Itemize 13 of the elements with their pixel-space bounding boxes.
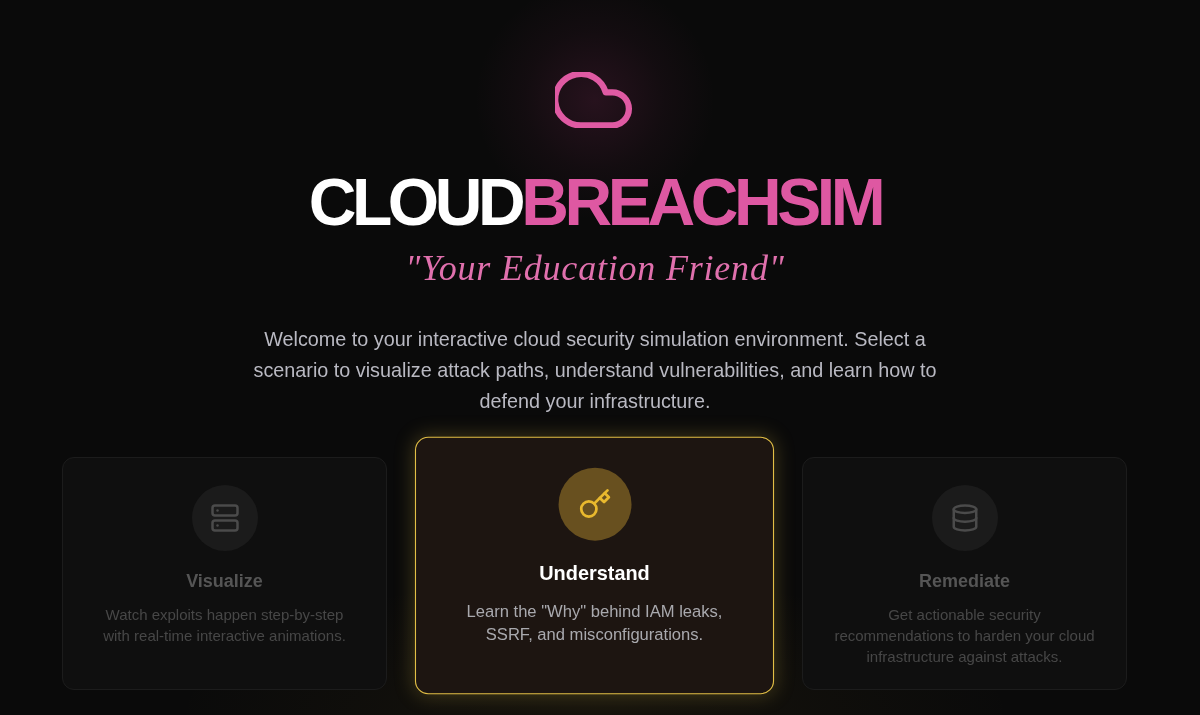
scenario-card[interactable]: Remediate Get actionable security recommendations to harden your cloud infrastructure against attacks. (802, 457, 1127, 690)
card-description: Get actionable security recommendations to harden your cloud infrastructure against attacks. (833, 605, 1096, 667)
scenario-card[interactable]: Understand Learn the "Why" behind IAM leaks, SSRF, and misconfigurations. (414, 436, 775, 695)
card-description: Learn the "Why" behind IAM leaks, SSRF, and misconfigurations. (465, 600, 724, 646)
intro-text: Welcome to your interactive cloud security simulation environment. Select a scenario to visualize attack paths, understand vulnerabilities, and learn how to defend your infrastructure. (252, 327, 938, 414)
card-title: Visualize (186, 570, 263, 593)
tagline: "Your Education Friend" (405, 248, 785, 288)
cloud-icon (555, 72, 635, 128)
card-description: Watch exploits happen step-by-step with real-time interactive animations. (102, 605, 347, 646)
scenario-card[interactable]: Visualize Watch exploits happen step-by-step with real-time interactive animations. (62, 457, 387, 690)
card-title: Understand (539, 561, 650, 587)
card-title: Remediate (918, 570, 1010, 593)
app-title: CLOUDBREACHSIM (308, 173, 882, 231)
